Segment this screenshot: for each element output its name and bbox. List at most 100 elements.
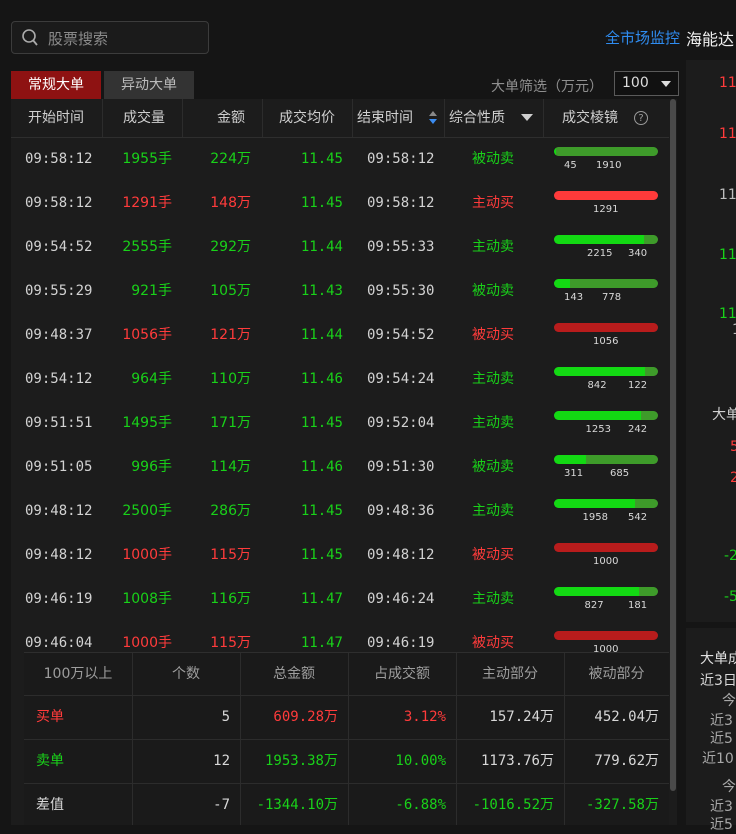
cell-volume: 1955手 <box>122 151 172 167</box>
price-level: 11 <box>719 247 736 263</box>
help-icon[interactable]: ? <box>634 111 648 125</box>
cell-volume: 1000手 <box>122 547 172 563</box>
prism-bar-segment <box>635 499 658 508</box>
tab-regular-large-orders[interactable]: 常规大单 <box>11 71 101 99</box>
cell-amount: 105万 <box>210 283 251 299</box>
prism-bar-segment <box>554 499 635 508</box>
prism-bar-segment <box>554 587 639 596</box>
cell-amount: 116万 <box>210 591 251 607</box>
cell-end-time: 09:54:52 <box>367 327 435 343</box>
prism-bar <box>554 279 658 288</box>
prism-buy-label: 1056 <box>593 336 619 347</box>
cell-amount: 114万 <box>210 459 251 475</box>
col-amount[interactable]: 金额 <box>217 99 245 137</box>
table-row[interactable]: 09:46:19 1008手 116万 11.47 09:46:24 主动卖 827 181 <box>11 577 669 621</box>
prism-bar-segment <box>554 631 658 640</box>
table-row[interactable]: 09:51:51 1495手 171万 11.45 09:52:04 主动卖 1253 242 <box>11 401 669 445</box>
prism-buy-label: 1000 <box>593 556 619 567</box>
col-volume[interactable]: 成交量 <box>123 99 165 137</box>
cell-end-time: 09:58:12 <box>367 151 435 167</box>
tab-abnormal-large-orders[interactable]: 异动大单 <box>104 71 194 99</box>
table-row[interactable]: 09:54:52 2555手 292万 11.44 09:55:33 主动卖 2215 340 <box>11 225 669 269</box>
summary-row-label: 差值 <box>36 797 64 813</box>
table-row[interactable]: 09:55:29 921手 105万 11.43 09:55:30 被动卖 143 778 <box>11 269 669 313</box>
summary-cell-pct: -6.88% <box>395 797 446 813</box>
cell-avg-price: 11.44 <box>300 327 343 343</box>
prism-bar-segment <box>554 235 644 244</box>
table-row[interactable]: 09:48:37 1056手 121万 11.44 09:54:52 被动买 1056 <box>11 313 669 357</box>
table-row[interactable]: 09:48:12 2500手 286万 11.45 09:48:36 主动卖 1958 542 <box>11 489 669 533</box>
stock-search-box[interactable] <box>11 21 209 54</box>
prism-bar-segment <box>554 543 658 552</box>
cell-start-time: 09:54:12 <box>25 371 93 387</box>
prism-bar <box>554 587 658 596</box>
table-row[interactable]: 09:58:12 1291手 148万 11.45 09:58:12 主动买 1291 <box>11 181 669 225</box>
cell-end-time: 09:55:30 <box>367 283 435 299</box>
prism-sell-label: 1910 <box>596 160 622 171</box>
cell-end-time: 09:54:24 <box>367 371 435 387</box>
prism-bar-segment <box>644 235 658 244</box>
cell-start-time: 09:48:12 <box>25 547 93 563</box>
summary-cell-count: -7 <box>213 797 230 813</box>
col-nature[interactable]: 综合性质 <box>449 99 505 137</box>
cell-nature: 主动买 <box>472 195 514 211</box>
cell-avg-price: 11.45 <box>300 547 343 563</box>
cell-avg-price: 11.45 <box>300 195 343 211</box>
prism-bar-segment <box>586 455 658 464</box>
cell-volume: 921手 <box>131 283 172 299</box>
cell-start-time: 09:46:19 <box>25 591 93 607</box>
cell-avg-price: 11.45 <box>300 503 343 519</box>
scrollbar-thumb[interactable] <box>670 99 676 791</box>
summary-cell-total: -1344.10万 <box>256 797 338 813</box>
table-row[interactable]: 09:54:12 964手 110万 11.46 09:54:24 主动卖 842 122 <box>11 357 669 401</box>
cell-amount: 224万 <box>210 151 251 167</box>
prism-bar-segment <box>554 411 641 420</box>
prism-bar-segment <box>645 367 658 376</box>
search-input[interactable] <box>46 27 205 51</box>
table-row[interactable]: 09:58:12 1955手 224万 11.45 09:58:12 被动卖 45 1910 <box>11 137 669 181</box>
cell-nature: 被动卖 <box>472 151 514 167</box>
prism-bar-segment <box>639 587 658 596</box>
cell-volume: 964手 <box>131 371 172 387</box>
summary-cell-count: 12 <box>213 753 230 769</box>
prism-sell-label: 122 <box>628 380 648 391</box>
filter-dropdown-icon[interactable] <box>521 114 533 122</box>
scrollbar[interactable] <box>669 99 677 825</box>
prism-buy-label: 1291 <box>593 204 619 215</box>
col-end-time[interactable]: 结束时间 <box>357 99 413 137</box>
table-row[interactable]: 09:51:05 996手 114万 11.46 09:51:30 被动卖 311 685 <box>11 445 669 489</box>
summary-cell-total: 1953.38万 <box>264 753 338 769</box>
prism-bar <box>554 411 658 420</box>
cell-start-time: 09:55:29 <box>25 283 93 299</box>
cell-nature: 被动买 <box>472 327 514 343</box>
filter-select[interactable]: 100 <box>614 71 679 96</box>
market-monitor-link[interactable]: 全市场监控 <box>605 27 680 48</box>
price-level: 11 <box>719 306 736 322</box>
summary-cell-active: -1016.52万 <box>472 797 554 813</box>
summary-cell-active: 1173.76万 <box>480 753 554 769</box>
prism-buy-label: 311 <box>564 468 584 479</box>
large-order-value: -5 <box>724 589 736 605</box>
prism-bar <box>554 631 658 640</box>
search-icon <box>22 29 38 46</box>
prism-bar-segment <box>554 323 658 332</box>
col-avg-price[interactable]: 成交均价 <box>279 99 335 137</box>
cell-volume: 1008手 <box>122 591 172 607</box>
cell-amount: 115万 <box>210 547 251 563</box>
price-level: 11 <box>719 126 736 142</box>
col-start-time[interactable]: 开始时间 <box>28 99 84 137</box>
cell-nature: 被动卖 <box>472 283 514 299</box>
cell-start-time: 09:51:51 <box>25 415 93 431</box>
table-row[interactable]: 09:48:12 1000手 115万 11.45 09:48:12 被动买 1000 <box>11 533 669 577</box>
cell-end-time: 09:58:12 <box>367 195 435 211</box>
cell-volume: 996手 <box>131 459 172 475</box>
cell-end-time: 09:48:12 <box>367 547 435 563</box>
col-prism[interactable]: 成交棱镜 <box>562 99 618 137</box>
summary-header: 被动部分 <box>588 666 645 682</box>
sort-icon[interactable] <box>428 110 438 126</box>
summary-cell-pct: 3.12% <box>403 709 446 725</box>
large-order-label: 大单 <box>712 407 736 423</box>
summary-cell-total: 609.28万 <box>273 709 338 725</box>
summary-cell-passive: 779.62万 <box>594 753 659 769</box>
prism-buy-label: 2215 <box>587 248 613 259</box>
